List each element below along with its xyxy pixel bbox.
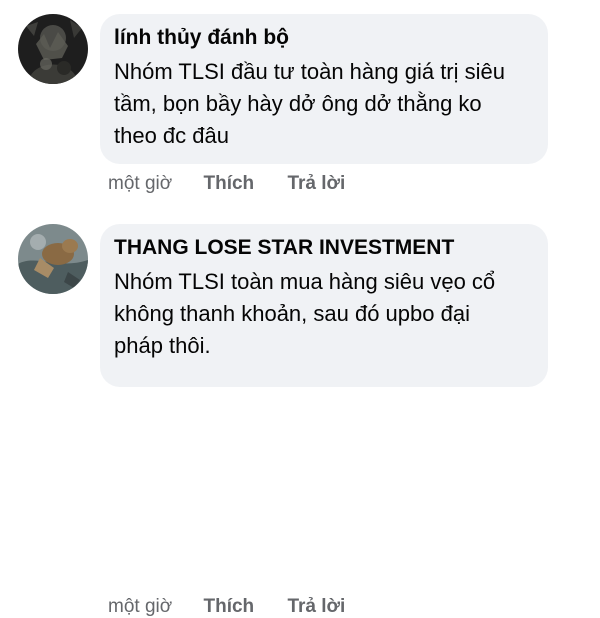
animal-photo-avatar-icon [18,224,88,294]
like-button[interactable]: Thích [203,596,254,618]
comment-timestamp[interactable]: một giờ [108,173,172,195]
comment-author[interactable]: THANG LOSE STAR INVESTMENT [114,234,534,262]
reply-button[interactable]: Trả lời [287,596,345,618]
comment-bubble: lính thủy đánh bộ Nhóm TLSI đầu tư toàn … [100,14,548,164]
soldier-avatar-icon [18,14,88,84]
avatar[interactable] [18,224,88,294]
like-button[interactable]: Thích [203,173,254,195]
comment-actions: một giờ Thích Trả lời [108,596,345,618]
comment-bubble: THANG LOSE STAR INVESTMENT Nhóm TLSI toà… [100,224,548,387]
comment-timestamp[interactable]: một giờ [108,596,172,618]
reply-button[interactable]: Trả lời [287,173,345,195]
avatar[interactable] [18,14,88,84]
comment-author[interactable]: lính thủy đánh bộ [114,24,534,52]
comment-text: Nhóm TLSI đầu tư toàn hàng giá trị siêu … [114,59,505,148]
comment-text: Nhóm TLSI toàn mua hàng siêu vẹo cổ khôn… [114,269,496,358]
comment-actions: một giờ Thích Trả lời [108,173,345,195]
